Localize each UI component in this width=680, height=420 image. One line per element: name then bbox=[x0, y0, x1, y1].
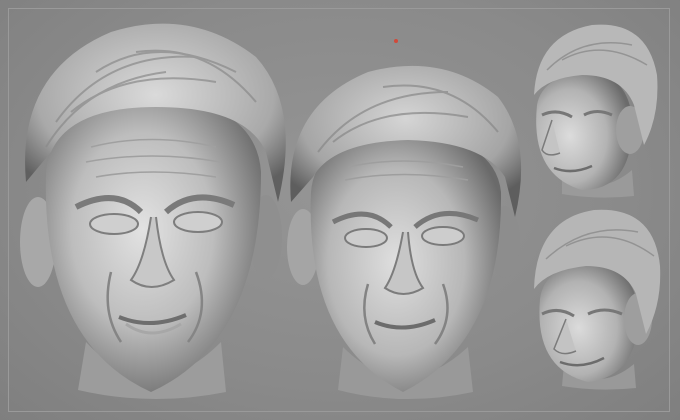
head-front-large-icon bbox=[20, 23, 286, 400]
sculpt-head-three-quarter-top[interactable] bbox=[522, 20, 662, 198]
head-front-tilted-icon bbox=[287, 65, 522, 400]
sculpt-viewport[interactable] bbox=[0, 0, 680, 420]
sculpt-head-front-tilted[interactable] bbox=[283, 52, 523, 407]
head-three-quarter-bottom-icon bbox=[534, 209, 661, 390]
sculpt-head-front-large[interactable] bbox=[16, 12, 286, 412]
sculpt-head-three-quarter-bottom[interactable] bbox=[526, 204, 662, 390]
head-three-quarter-top-icon bbox=[534, 24, 658, 198]
pivot-point-marker[interactable] bbox=[394, 39, 398, 43]
